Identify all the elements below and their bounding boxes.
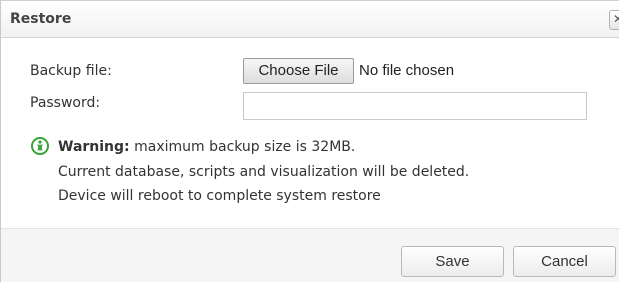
dialog-titlebar: Restore ✕ [1, 1, 619, 38]
password-field[interactable] [243, 92, 587, 120]
warning-line-2: Current database, scripts and visualizat… [58, 164, 470, 180]
save-button[interactable]: Save [401, 246, 504, 277]
warning-info-icon [31, 137, 49, 155]
dialog-title: Restore [10, 11, 72, 27]
password-label: Password: [30, 95, 101, 111]
cancel-button[interactable]: Cancel [513, 246, 616, 277]
no-file-chosen-text: No file chosen [359, 62, 455, 79]
choose-file-button[interactable]: Choose File [243, 58, 354, 84]
dialog-content: Backup file: Choose File No file chosen … [1, 38, 619, 228]
warning-line-3: Device will reboot to complete system re… [58, 188, 381, 204]
backup-file-label: Backup file: [30, 63, 112, 79]
restore-dialog: Restore ✕ Backup file: Choose File No fi… [0, 0, 619, 282]
warning-heading: Warning: [58, 139, 130, 155]
close-icon[interactable]: ✕ [609, 10, 619, 30]
warning-size-text: maximum backup size is 32MB. [129, 139, 356, 155]
warning-line-1: Warning: maximum backup size is 32MB. [58, 139, 355, 155]
dialog-footer: Save Cancel [1, 228, 619, 282]
